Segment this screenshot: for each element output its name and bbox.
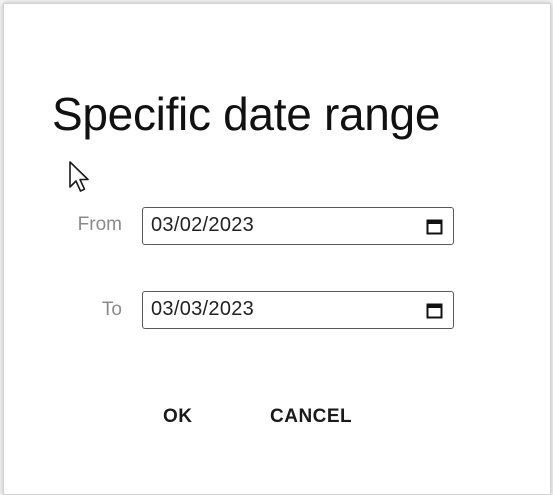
to-date-value[interactable]: 03/03/2023 xyxy=(151,298,254,321)
cancel-button[interactable]: CANCEL xyxy=(270,406,352,428)
to-date-input[interactable]: 03/03/2023 xyxy=(142,291,454,329)
calendar-icon[interactable] xyxy=(426,218,443,235)
calendar-icon[interactable] xyxy=(426,302,443,319)
dialog-title: Specific date range xyxy=(52,88,441,140)
mouse-pointer-icon xyxy=(69,161,89,192)
from-date-input[interactable]: 03/02/2023 xyxy=(142,207,454,245)
from-date-value[interactable]: 03/02/2023 xyxy=(151,214,254,237)
date-range-dialog: Specific date range From 03/02/2023 To 0… xyxy=(3,3,551,495)
from-label: From xyxy=(77,214,122,235)
to-label: To xyxy=(101,299,122,320)
ok-button[interactable]: OK xyxy=(163,406,193,428)
